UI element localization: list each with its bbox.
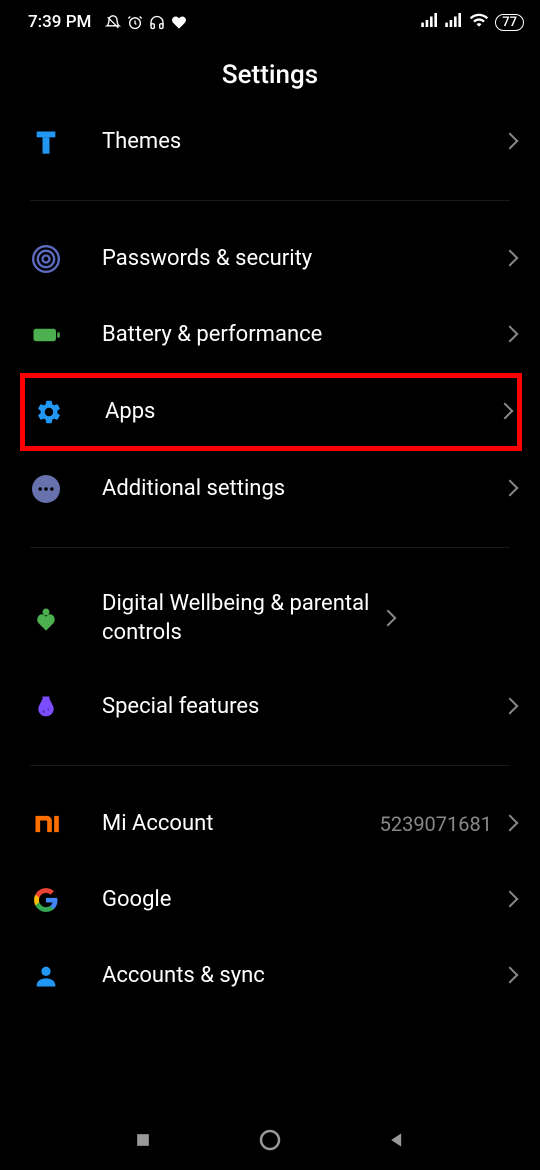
settings-item-miaccount[interactable]: Mi Account 5239071681 xyxy=(0,786,540,862)
settings-item-wellbeing[interactable]: Digital Wellbeing & parental controls xyxy=(0,568,540,669)
person-icon xyxy=(30,960,62,992)
google-logo-icon xyxy=(30,884,62,916)
settings-item-google[interactable]: Google xyxy=(0,862,540,938)
recent-apps-button[interactable] xyxy=(123,1120,163,1160)
chevron-right-icon xyxy=(504,252,518,266)
settings-item-accounts[interactable]: Accounts & sync xyxy=(0,938,540,1014)
fingerprint-icon xyxy=(30,243,62,275)
more-icon xyxy=(30,473,62,505)
passwords-label: Passwords & security xyxy=(102,245,504,274)
headphones-icon xyxy=(149,14,165,30)
wifi-icon xyxy=(469,10,489,35)
divider xyxy=(30,547,510,548)
settings-item-additional[interactable]: Additional settings xyxy=(0,451,540,527)
signal-icon xyxy=(421,12,439,32)
status-left: 7:39 PM xyxy=(28,12,187,32)
wellbeing-icon xyxy=(30,603,62,635)
chevron-right-icon xyxy=(504,817,518,831)
chevron-right-icon xyxy=(504,328,518,342)
chevron-right-icon xyxy=(499,405,513,419)
special-label: Special features xyxy=(102,693,504,722)
back-button[interactable] xyxy=(377,1120,417,1160)
battery-level: 77 xyxy=(495,14,524,31)
chevron-right-icon xyxy=(504,969,518,983)
chevron-right-icon xyxy=(504,700,518,714)
settings-list: Themes Passwords & security Battery & pe… xyxy=(0,104,540,1014)
battery-icon xyxy=(30,319,62,351)
apps-label: Apps xyxy=(105,398,499,427)
heart-icon xyxy=(171,14,187,30)
chevron-right-icon xyxy=(382,612,396,626)
page-title: Settings xyxy=(0,60,540,90)
status-right: 77 xyxy=(421,10,524,35)
settings-item-passwords[interactable]: Passwords & security xyxy=(0,221,540,297)
accounts-label: Accounts & sync xyxy=(102,962,504,991)
themes-icon xyxy=(30,126,62,158)
signal-icon-2 xyxy=(445,12,463,32)
wellbeing-label: Digital Wellbeing & parental controls xyxy=(102,590,382,647)
themes-label: Themes xyxy=(102,128,504,157)
battery-label: Battery & performance xyxy=(102,321,504,350)
chevron-right-icon xyxy=(504,893,518,907)
settings-item-themes[interactable]: Themes xyxy=(0,104,540,180)
miaccount-label: Mi Account xyxy=(102,810,380,839)
mi-logo-icon xyxy=(30,808,62,840)
settings-header: Settings xyxy=(0,40,540,104)
chevron-right-icon xyxy=(504,135,518,149)
navigation-bar xyxy=(0,1110,540,1170)
divider xyxy=(30,200,510,201)
settings-item-special[interactable]: Special features xyxy=(0,669,540,745)
settings-item-battery[interactable]: Battery & performance xyxy=(0,297,540,373)
status-time: 7:39 PM xyxy=(28,12,91,32)
miaccount-value: 5239071681 xyxy=(380,812,492,836)
google-label: Google xyxy=(102,886,504,915)
alarm-icon xyxy=(127,14,143,30)
additional-label: Additional settings xyxy=(102,475,504,504)
settings-item-apps[interactable]: Apps xyxy=(20,373,522,451)
status-bar: 7:39 PM 77 xyxy=(0,0,540,40)
flask-icon xyxy=(30,691,62,723)
gear-icon xyxy=(33,396,65,428)
chevron-right-icon xyxy=(504,482,518,496)
divider xyxy=(30,765,510,766)
notification-off-icon xyxy=(105,14,121,30)
home-button[interactable] xyxy=(250,1120,290,1160)
